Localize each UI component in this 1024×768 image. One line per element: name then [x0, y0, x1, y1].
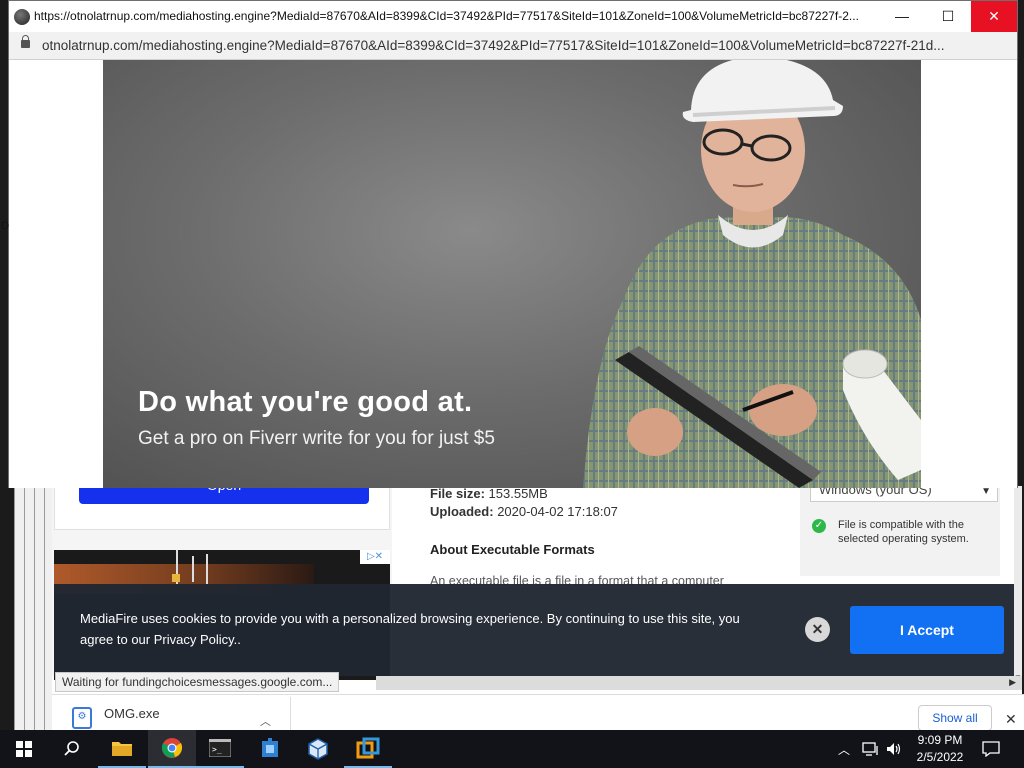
minimize-button[interactable]: — [879, 1, 925, 32]
chevron-down-icon: ▼ [981, 486, 991, 497]
close-shelf-icon[interactable]: ✕ [1005, 711, 1017, 728]
virtualbox-icon[interactable] [294, 730, 342, 768]
file-icon: ⚙ [72, 707, 92, 729]
windows-start-icon[interactable] [0, 730, 48, 768]
file-size-value: 153.55MB [488, 486, 548, 501]
network-tool-icon[interactable] [246, 730, 294, 768]
volume-icon[interactable] [886, 730, 902, 768]
compat-text: File is compatible with the selected ope… [838, 519, 969, 545]
file-size-row: File size: 153.55MB [430, 486, 548, 501]
ad-photo [583, 60, 921, 488]
close-button[interactable]: ✕ [971, 1, 1017, 32]
os-panel: Windows (your OS) ▼ ✓ File is compatible… [800, 486, 1000, 576]
horizontal-scrollbar[interactable]: ▶ [376, 676, 1022, 690]
status-bar: Waiting for fundingchoicesmessages.googl… [55, 672, 340, 692]
uploaded-value: 2020-04-02 17:18:07 [497, 504, 618, 519]
clock[interactable]: 9:09 PM 2/5/2022 [904, 732, 976, 766]
tray-chevron-up-icon[interactable]: ︿ [838, 730, 850, 768]
download-file-name[interactable]: OMG.exe [104, 706, 160, 721]
cookie-close-button[interactable]: ✕ [805, 617, 830, 642]
show-all-button[interactable]: Show all [918, 705, 992, 731]
search-icon[interactable] [48, 730, 96, 768]
uploaded-label: Uploaded: [430, 504, 494, 519]
uploaded-row: Uploaded: 2020-04-02 17:18:07 [430, 504, 618, 519]
divider [290, 697, 291, 731]
open-button[interactable]: Open [79, 486, 369, 504]
open-card: Open [54, 486, 390, 530]
url-text[interactable]: otnolatrnup.com/mediahosting.engine?Medi… [42, 38, 1002, 53]
popup-window: https://otnolatrnup.com/mediahosting.eng… [1, 0, 1018, 488]
svg-text:>_: >_ [212, 745, 222, 754]
file-size-label: File size: [430, 486, 485, 501]
window-title: https://otnolatrnup.com/mediahosting.eng… [34, 9, 859, 23]
ad-image-detail [192, 556, 194, 582]
address-bar[interactable]: otnolatrnup.com/mediahosting.engine?Medi… [9, 32, 1017, 60]
download-shelf: ⚙ OMG.exe ︿ Show all ✕ [52, 694, 1024, 731]
scroll-right-icon[interactable]: ▶ [1009, 677, 1016, 688]
terminal-icon[interactable]: >_ [196, 730, 244, 768]
ad-image-detail [172, 574, 180, 582]
chevron-up-icon[interactable]: ︿ [260, 713, 271, 729]
maximize-button[interactable]: ☐ [925, 1, 971, 32]
clock-time: 9:09 PM [917, 733, 963, 747]
os-select[interactable]: Windows (your OS) ▼ [810, 486, 998, 502]
network-icon[interactable] [862, 730, 880, 768]
vertical-scrollbar[interactable]: ▼ [1014, 486, 1022, 682]
ad-image-detail [206, 554, 208, 584]
offscreen-glyph: D [1, 220, 9, 232]
fiverr-ad[interactable]: Do what you're good at. Get a pro on Fiv… [103, 60, 921, 488]
accept-button[interactable]: I Accept [850, 606, 1004, 654]
clock-date: 2/5/2022 [916, 750, 964, 764]
check-icon: ✓ [812, 519, 826, 533]
ad-subline: Get a pro on Fiverr write for you for ju… [138, 428, 495, 449]
file-explorer-icon[interactable] [98, 730, 146, 768]
ad-choices-icon[interactable]: ▷✕ [360, 550, 390, 564]
favicon-icon [14, 9, 30, 25]
app-icon[interactable] [344, 730, 392, 768]
title-bar[interactable]: https://otnolatrnup.com/mediahosting.eng… [9, 1, 1017, 32]
lock-icon [21, 35, 30, 48]
popup-content: D Do what you're good at. Get a pro on F… [1, 60, 1017, 488]
ad-headline: Do what you're good at. [138, 386, 473, 418]
cookie-message: MediaFire uses cookies to provide you wi… [80, 611, 740, 647]
about-heading: About Executable Formats [430, 542, 595, 557]
notification-icon[interactable] [982, 730, 1000, 768]
cookie-banner: MediaFire uses cookies to provide you wi… [54, 584, 1014, 676]
taskbar: >_ ︿ 9:09 PM 2/5/2022 [0, 730, 1024, 768]
chrome-icon[interactable] [148, 730, 196, 768]
